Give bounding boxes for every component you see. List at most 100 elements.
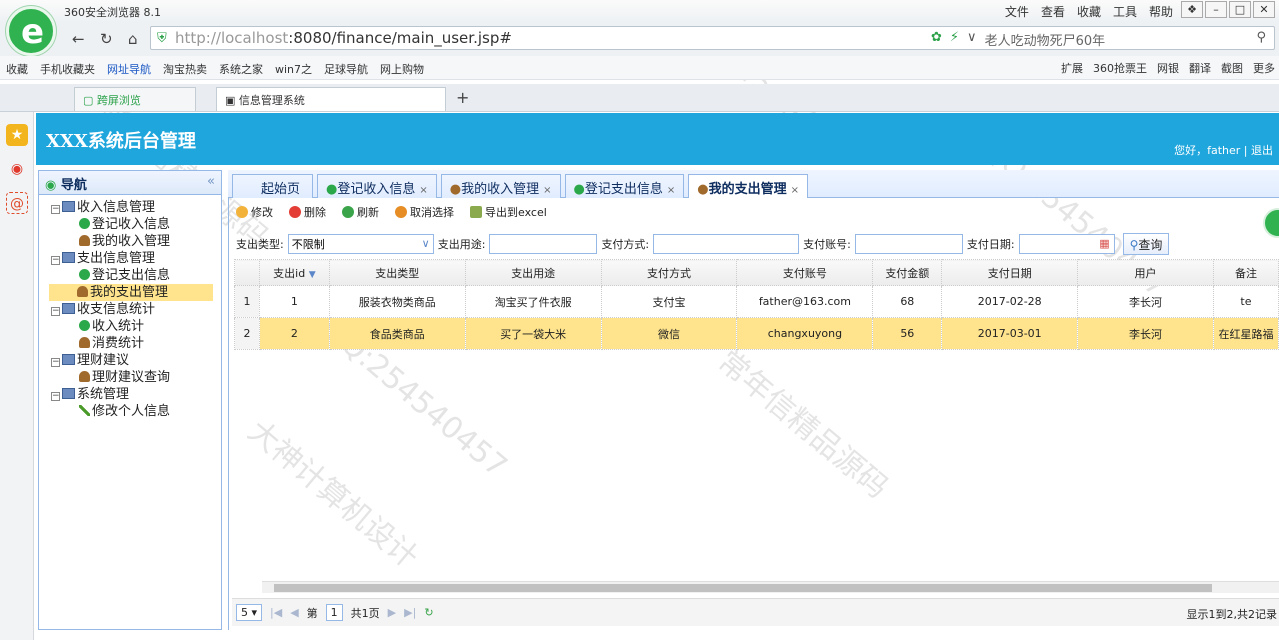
col-header[interactable]: 支付账号	[736, 259, 874, 286]
fav-right-item[interactable]: 更多	[1253, 60, 1275, 76]
fav-right-item[interactable]: 翻译	[1189, 60, 1211, 76]
menu-favorites[interactable]: 收藏	[1077, 3, 1101, 20]
address-bar[interactable]: ⛨ http://localhost:8080/finance/main_use…	[150, 26, 1275, 50]
tab-close-icon[interactable]: ×	[419, 185, 427, 196]
fav-item[interactable]: win7之	[275, 61, 312, 79]
skin-icon[interactable]: ❖	[1181, 1, 1203, 18]
tree-item-edit-profile[interactable]: 修改个人信息	[51, 403, 221, 420]
dropdown-icon[interactable]: ∨	[967, 30, 977, 49]
edit-button[interactable]: 修改	[236, 204, 273, 220]
tree-item-income-stats[interactable]: 收入统计	[51, 318, 221, 335]
col-header[interactable]: 支付日期	[941, 259, 1079, 286]
calendar-icon[interactable]: ▦	[1099, 237, 1109, 250]
page-size-select[interactable]: 5 ▾	[236, 604, 263, 621]
home-icon[interactable]: ⌂	[128, 30, 138, 48]
page-input[interactable]: 1	[325, 604, 343, 621]
fav-item[interactable]: 足球导航	[324, 61, 368, 79]
tab-home[interactable]: 起始页	[232, 174, 314, 198]
tree-item-advice-query[interactable]: 理财建议查询	[51, 369, 221, 386]
maximize-button[interactable]: □	[1229, 1, 1251, 18]
reload-icon[interactable]: ↻	[424, 606, 433, 619]
tree-group-expense[interactable]: − 支出信息管理	[51, 250, 221, 267]
refresh-button[interactable]: 刷新	[342, 204, 379, 220]
tree-item-my-expense[interactable]: 我的支出管理	[49, 284, 213, 301]
tree-item-my-income[interactable]: 我的收入管理	[51, 233, 221, 250]
search-suggestion[interactable]: 老人吃动物死尸60年	[985, 30, 1106, 49]
grid-toolbar: 修改 删除 刷新 取消选择 导出到excel	[236, 204, 547, 220]
fav-item[interactable]: 手机收藏夹	[40, 61, 95, 79]
col-header[interactable]: 支出用途	[464, 259, 602, 286]
tree-group-stats[interactable]: − 收支信息统计	[51, 301, 221, 318]
tree-item-add-income[interactable]: 登记收入信息	[51, 216, 221, 233]
next-page-icon[interactable]: ▶	[388, 606, 396, 619]
tab-close-icon[interactable]: ×	[543, 185, 551, 196]
toggle-icon[interactable]: −	[51, 307, 60, 316]
refresh-icon[interactable]: ↻	[100, 30, 113, 48]
back-icon[interactable]: ←	[72, 30, 85, 48]
export-excel-button[interactable]: 导出到excel	[470, 204, 547, 220]
fav-right-item[interactable]: 扩展	[1061, 60, 1083, 76]
scroll-thumb[interactable]	[274, 584, 1212, 592]
mail-icon[interactable]: @	[6, 192, 28, 214]
unselect-button[interactable]: 取消选择	[395, 204, 454, 220]
menu-view[interactable]: 查看	[1041, 3, 1065, 20]
fav-item[interactable]: 网上购物	[380, 61, 424, 79]
fav-item[interactable]: 收藏	[6, 61, 28, 79]
query-button[interactable]: ⚲查询	[1122, 233, 1170, 255]
lightning-icon[interactable]: ⚡	[950, 30, 959, 49]
tab-my-expense[interactable]: ●我的支出管理 ×	[688, 174, 809, 198]
fav-right-item[interactable]: 截图	[1221, 60, 1243, 76]
toggle-icon[interactable]: −	[51, 392, 60, 401]
col-header[interactable]: 用户	[1077, 259, 1214, 286]
col-header[interactable]: 支出类型	[328, 259, 466, 286]
fav-right-item[interactable]: 360抢票王	[1093, 60, 1147, 76]
type-select[interactable]	[287, 234, 434, 254]
tree-group-system[interactable]: − 系统管理	[51, 386, 221, 403]
toggle-icon[interactable]: −	[51, 256, 60, 265]
tab-close-icon[interactable]: ×	[667, 185, 675, 196]
prev-page-icon[interactable]: ◀	[290, 606, 298, 619]
collapse-icon[interactable]: «	[207, 174, 215, 189]
tab-close-icon[interactable]: ×	[791, 185, 799, 196]
sync-icon[interactable]: ✿	[931, 30, 942, 49]
menu-tools[interactable]: 工具	[1113, 3, 1137, 20]
toggle-icon[interactable]: −	[51, 358, 60, 367]
tree-group-income[interactable]: − 收入信息管理	[51, 199, 221, 216]
method-input[interactable]	[653, 234, 800, 254]
table-row[interactable]: 1 1 服装衣物类商品 淘宝买了件衣服 支付宝 father@163.com 6…	[234, 285, 1279, 318]
col-header[interactable]: 支付金额	[872, 259, 943, 286]
table-row-selected[interactable]: 2 2 食品类商品 买了一袋大米 微信 changxuyong 56 2017-…	[234, 317, 1279, 350]
delete-button[interactable]: 删除	[289, 204, 326, 220]
purpose-input[interactable]	[489, 234, 598, 254]
horizontal-scrollbar[interactable]	[262, 581, 1279, 593]
tab-my-income[interactable]: ●我的收入管理 ×	[440, 174, 561, 198]
fav-item[interactable]: 淘宝热卖	[163, 61, 207, 79]
tree-group-advice[interactable]: − 理财建议	[51, 352, 221, 369]
last-page-icon[interactable]: ▶|	[404, 606, 416, 619]
fav-right-item[interactable]: 网银	[1157, 60, 1179, 76]
weibo-icon[interactable]: ◉	[6, 158, 28, 180]
col-header[interactable]: 支出id ▼	[258, 259, 330, 286]
menu-help[interactable]: 帮助	[1149, 3, 1173, 20]
col-header[interactable]: 备注	[1212, 259, 1279, 286]
fav-item[interactable]: 网址导航	[107, 61, 151, 79]
menu-file[interactable]: 文件	[1005, 3, 1029, 20]
toggle-icon[interactable]: −	[51, 205, 60, 214]
tab-add-expense[interactable]: ●登记支出信息 ×	[564, 174, 685, 198]
chevron-down-icon[interactable]: ∨	[422, 237, 430, 250]
star-icon[interactable]: ★	[6, 124, 28, 146]
tree-item-expense-stats[interactable]: 消费统计	[51, 335, 221, 352]
minimize-button[interactable]: –	[1205, 1, 1227, 18]
fav-item[interactable]: 系统之家	[219, 61, 263, 79]
tab-add-income[interactable]: ●登记收入信息 ×	[317, 174, 437, 198]
browser-tab[interactable]: ▢ 跨屏浏览	[74, 87, 196, 111]
first-page-icon[interactable]: |◀	[270, 606, 282, 619]
new-tab-button[interactable]: +	[456, 88, 469, 107]
close-button[interactable]: ✕	[1253, 1, 1275, 18]
col-header[interactable]: 支付方式	[600, 259, 738, 286]
search-icon[interactable]: ⚲	[1256, 30, 1266, 45]
logout-link[interactable]: 退出	[1251, 144, 1273, 157]
account-input[interactable]	[854, 234, 963, 254]
browser-tab-active[interactable]: ▣ 信息管理系统	[216, 87, 446, 111]
tree-item-add-expense[interactable]: 登记支出信息	[51, 267, 221, 284]
